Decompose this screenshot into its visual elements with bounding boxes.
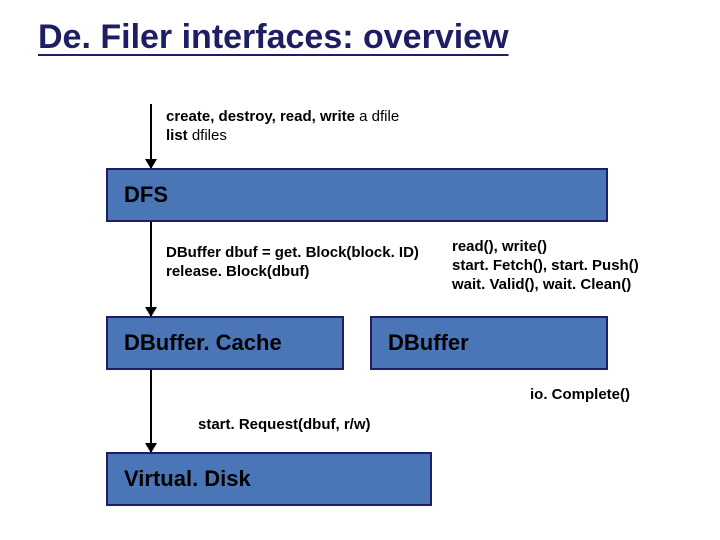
box-dbuffercache: DBuffer. Cache	[106, 316, 344, 370]
box-virtualdisk-label: Virtual. Disk	[124, 466, 251, 492]
slide-title: De. Filer interfaces: overview	[38, 18, 509, 57]
text-startrequest: start. Request(dbuf, r/w)	[198, 416, 371, 435]
box-dbuffercache-label: DBuffer. Cache	[124, 330, 282, 356]
box-dfs: DFS	[106, 168, 608, 222]
arrow-to-virtualdisk	[150, 370, 152, 452]
text-iocomplete: io. Complete()	[530, 386, 630, 405]
box-dbuffer: DBuffer	[370, 316, 608, 370]
text-top-api: create, destroy, read, write a dfile lis…	[166, 108, 399, 146]
text-read-write: read(), write() start. Fetch(), start. P…	[452, 238, 639, 294]
box-dbuffer-label: DBuffer	[388, 330, 469, 356]
arrow-to-dfs	[150, 104, 152, 168]
text-getblock: DBuffer dbuf = get. Block(block. ID) rel…	[166, 244, 419, 282]
arrow-to-dbuffercache	[150, 222, 152, 316]
box-dfs-label: DFS	[124, 182, 168, 208]
box-virtualdisk: Virtual. Disk	[106, 452, 432, 506]
